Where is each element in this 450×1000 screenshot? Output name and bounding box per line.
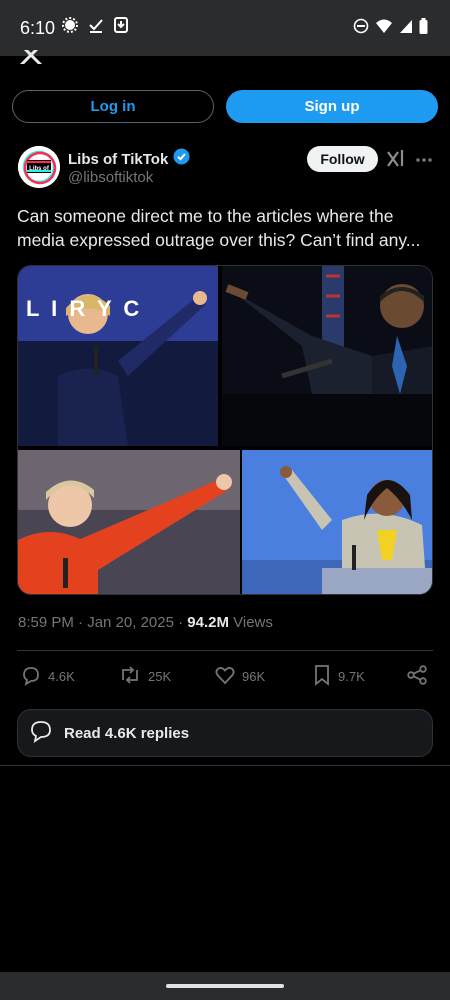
reply-count: 4.6K — [48, 669, 75, 684]
x-logo-icon — [18, 50, 44, 64]
login-button[interactable]: Log in — [12, 90, 214, 123]
download-box-icon — [114, 17, 128, 38]
repost-button[interactable]: 25K — [118, 664, 171, 689]
like-button[interactable]: 96K — [214, 664, 265, 689]
gesture-handle[interactable] — [166, 984, 284, 988]
media-photo-bottom-left — [18, 450, 240, 594]
check-download-icon — [88, 17, 104, 38]
signup-button[interactable]: Sign up — [226, 90, 438, 123]
settings-gear-icon — [62, 17, 78, 38]
read-replies-label: Read 4.6K replies — [64, 724, 190, 742]
read-replies-button[interactable]: Read 4.6K replies — [17, 709, 433, 757]
status-bar: 6:10 — [0, 0, 450, 56]
repost-count: 25K — [148, 669, 172, 684]
system-navigation-bar — [0, 972, 450, 1000]
auth-bar: Log in Sign up — [12, 90, 438, 124]
bookmark-icon — [312, 664, 332, 689]
reply-icon — [20, 664, 42, 689]
tweet-timestamp[interactable]: 8:59 PM · Jan 20, 2025 · — [18, 614, 187, 631]
display-name[interactable]: Libs of TikTok — [68, 151, 168, 168]
bookmark-count: 9.7K — [338, 669, 365, 684]
follow-button[interactable]: Follow — [307, 146, 378, 172]
libs-of-tiktok-logo: Libs of — [18, 146, 60, 188]
tweet-actions: 4.6K 25K 96K 9.7K — [20, 664, 434, 688]
signal-icon — [399, 18, 413, 39]
author-name-row: Libs of TikTok — [68, 148, 190, 170]
media-banner-text: L I R Y C — [26, 296, 143, 321]
author-handle[interactable]: @libsoftiktok — [68, 169, 153, 186]
avatar[interactable]: Libs of — [18, 146, 60, 188]
media-photo-bottom-right — [242, 450, 432, 594]
tweet-meta: 8:59 PM · Jan 20, 2025 · 94.2M Views — [18, 614, 273, 631]
reply-button[interactable]: 4.6K — [20, 664, 75, 689]
views-label: Views — [228, 614, 273, 631]
media-photo-top-right — [222, 266, 432, 446]
share-button[interactable] — [406, 664, 428, 689]
bookmark-button[interactable]: 9.7K — [312, 664, 365, 689]
grok-icon[interactable] — [386, 148, 406, 173]
verified-badge-icon — [173, 148, 190, 170]
heart-icon — [214, 664, 236, 689]
battery-icon — [419, 18, 428, 39]
like-count: 96K — [242, 669, 266, 684]
more-options-icon[interactable] — [415, 152, 433, 170]
tweet-media[interactable]: L I R Y C — [17, 265, 433, 595]
share-icon — [406, 664, 428, 689]
svg-text:Libs of: Libs of — [29, 166, 50, 172]
do-not-disturb-icon — [353, 18, 369, 39]
conversation-icon — [28, 718, 54, 749]
status-time: 6:10 — [20, 18, 56, 38]
divider — [17, 650, 433, 651]
wifi-icon — [375, 18, 393, 39]
tweet-text: Can someone direct me to the articles wh… — [17, 206, 421, 250]
repost-icon — [118, 664, 142, 689]
media-photo-top-left: L I R Y C — [18, 266, 218, 446]
views-count: 94.2M — [187, 614, 229, 631]
divider — [0, 765, 450, 766]
